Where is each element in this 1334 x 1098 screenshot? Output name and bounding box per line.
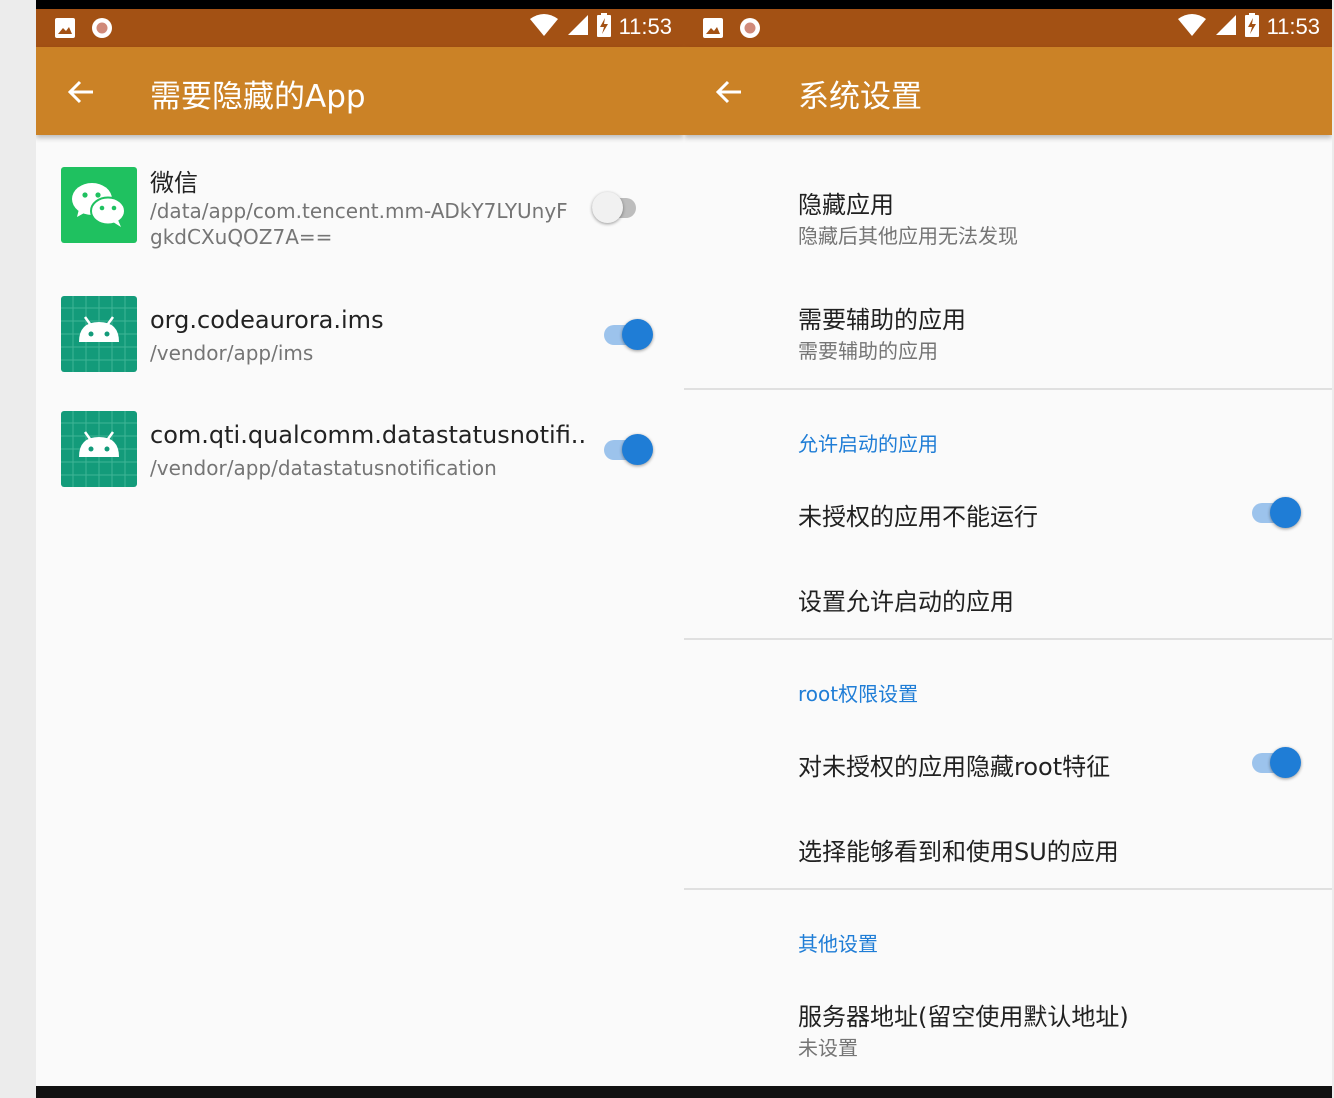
bottom-bezel <box>36 1086 684 1098</box>
toggle-thumb <box>1270 747 1301 778</box>
section-divider <box>684 888 1332 890</box>
system-settings-screen: 11:53 系统设置 隐藏应用 隐藏后其他应用无法发现 需要辅助的应用 需要辅助… <box>684 0 1332 1098</box>
server-address-pref[interactable]: 服务器地址(留空使用默认地址) 未设置 <box>684 975 1332 1075</box>
unauth-no-run-toggle[interactable] <box>1252 495 1304 529</box>
pref-summary: 未设置 <box>798 1036 858 1060</box>
app-list-item[interactable]: 微信 /data/app/com.tencent.mm-ADkY7LYUnyFg… <box>36 135 684 265</box>
hidden-apps-screen: 11:53 需要隐藏的App 微信 /data/app/com.tencent.… <box>36 0 684 1098</box>
record-notification-icon <box>90 16 114 44</box>
pref-summary: 需要辅助的应用 <box>798 339 938 363</box>
page-title: 系统设置 <box>798 79 922 115</box>
app-list-item[interactable]: org.codeaurora.ims /vendor/app/ims <box>36 280 684 390</box>
app-name: org.codeaurora.ims <box>150 306 384 334</box>
hide-root-toggle[interactable] <box>1252 745 1304 779</box>
app-bar: 需要隐藏的App <box>36 47 684 135</box>
record-notification-icon <box>738 16 762 44</box>
hide-apps-pref[interactable]: 隐藏应用 隐藏后其他应用无法发现 <box>684 160 1332 260</box>
pref-title: 选择能够看到和使用SU的应用 <box>798 838 1119 866</box>
back-button[interactable] <box>714 77 744 107</box>
top-bezel <box>684 0 1332 9</box>
choose-su-apps-pref[interactable]: 选择能够看到和使用SU的应用 <box>684 810 1332 885</box>
signal-icon <box>567 14 589 40</box>
app-name: 微信 <box>150 169 198 197</box>
category-other: 其他设置 <box>798 932 878 956</box>
set-allowed-apps-pref[interactable]: 设置允许启动的应用 <box>684 560 1332 635</box>
toggle-thumb <box>622 319 653 350</box>
wifi-icon <box>529 13 559 41</box>
status-time: 11:53 <box>1266 14 1320 39</box>
assist-apps-pref[interactable]: 需要辅助的应用 需要辅助的应用 <box>684 275 1332 375</box>
android-icon <box>61 296 137 372</box>
bottom-bezel <box>684 1086 1332 1098</box>
toggle-thumb <box>592 192 623 223</box>
toggle-thumb <box>622 434 653 465</box>
unauth-no-run-pref[interactable]: 未授权的应用不能运行 <box>684 475 1332 550</box>
hide-app-toggle[interactable] <box>592 190 644 224</box>
pref-title: 服务器地址(留空使用默认地址) <box>798 1003 1129 1031</box>
category-root: root权限设置 <box>798 682 919 706</box>
arrow-left-icon <box>715 80 741 104</box>
status-bar: 11:53 <box>684 9 1332 47</box>
app-path: /vendor/app/datastatusnotification <box>150 456 497 480</box>
top-bezel <box>36 0 684 9</box>
wechat-icon <box>61 167 137 243</box>
hide-app-toggle[interactable] <box>604 432 656 466</box>
pref-title: 需要辅助的应用 <box>798 306 966 334</box>
section-divider <box>684 638 1332 640</box>
pref-title: 对未授权的应用隐藏root特征 <box>798 753 1111 781</box>
pref-title: 设置允许启动的应用 <box>798 588 1014 616</box>
toggle-thumb <box>1270 497 1301 528</box>
gallery-notification-icon <box>54 17 76 43</box>
app-list-item[interactable]: com.qti.qualcomm.datastatusnotifi.. /ven… <box>36 395 684 505</box>
hide-root-pref[interactable]: 对未授权的应用隐藏root特征 <box>684 725 1332 800</box>
section-divider <box>684 388 1332 390</box>
wifi-icon <box>1177 13 1207 41</box>
pref-title: 未授权的应用不能运行 <box>798 503 1038 531</box>
gallery-notification-icon <box>702 17 724 43</box>
back-button[interactable] <box>66 77 96 107</box>
android-icon <box>61 411 137 487</box>
pref-title: 隐藏应用 <box>798 191 894 219</box>
app-bar: 系统设置 <box>684 47 1332 135</box>
battery-charging-icon <box>596 13 611 41</box>
page-title: 需要隐藏的App <box>150 79 366 115</box>
category-launch: 允许启动的应用 <box>798 432 938 456</box>
pref-summary: 隐藏后其他应用无法发现 <box>798 224 1018 248</box>
status-time: 11:53 <box>618 14 672 39</box>
app-name: com.qti.qualcomm.datastatusnotifi.. <box>150 421 587 449</box>
arrow-left-icon <box>67 80 93 104</box>
app-path: /data/app/com.tencent.mm-ADkY7LYUnyFgkdC… <box>150 199 568 249</box>
app-path: /vendor/app/ims <box>150 341 314 365</box>
battery-charging-icon <box>1244 13 1259 41</box>
signal-icon <box>1215 14 1237 40</box>
hide-app-toggle[interactable] <box>604 317 656 351</box>
status-bar: 11:53 <box>36 9 684 47</box>
